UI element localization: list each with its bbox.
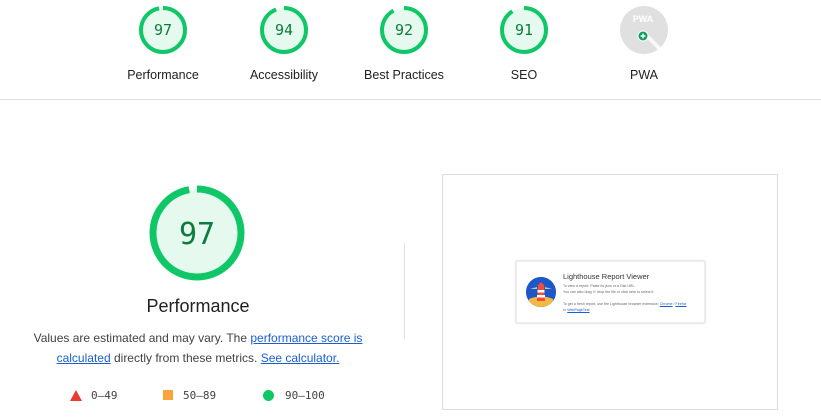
screenshot-line-4: or WebPageTest: [563, 308, 590, 312]
performance-label: Performance: [127, 68, 199, 82]
seo-score: 91: [515, 21, 533, 39]
pwa-badge-icon: PWA: [620, 6, 668, 54]
accessibility-score: 94: [275, 21, 293, 39]
lighthouse-logo-icon: [526, 277, 556, 307]
triangle-icon: [70, 389, 82, 401]
category-seo[interactable]: 91 SEO: [464, 5, 584, 82]
performance-big-gauge: 97: [149, 185, 245, 281]
legend-fail: 0–49: [70, 388, 118, 402]
best-practices-label: Best Practices: [364, 68, 444, 82]
category-best-practices[interactable]: 92 Best Practices: [344, 5, 464, 82]
performance-description: Values are estimated and may vary. The p…: [20, 328, 376, 368]
best-practices-gauge: 92: [380, 6, 428, 54]
screenshot-line-2: You can also drag 'n' drop the file or c…: [563, 290, 655, 294]
performance-big-score: 97: [179, 217, 215, 252]
category-performance[interactable]: 97 Performance: [103, 5, 223, 82]
legend-fail-range: 0–49: [91, 388, 118, 402]
screenshot-line-1: To view a report: Paste its json or a Gi…: [563, 284, 636, 288]
accessibility-label: Accessibility: [249, 68, 319, 82]
legend-average-range: 50–89: [183, 388, 217, 402]
seo-gauge: 91: [500, 6, 548, 54]
performance-title: Performance: [146, 296, 250, 316]
accessibility-gauge: 94: [260, 6, 308, 54]
desc-prefix: Values are estimated and may vary. The: [33, 331, 251, 345]
screenshot-title: Lighthouse Report Viewer: [563, 272, 650, 281]
performance-score: 97: [154, 21, 172, 39]
best-practices-score: 92: [395, 21, 413, 39]
desc-middle: directly from these metrics.: [110, 351, 261, 365]
screenshot-line-3: To get a fresh report, use the Lighthous…: [563, 302, 686, 306]
webpagetest-link: WebPageTest: [567, 308, 590, 312]
category-pwa[interactable]: PWA PWA: [584, 5, 704, 82]
square-icon: [163, 390, 173, 400]
screenshot-card: Lighthouse Report Viewer To view a repor…: [516, 261, 705, 323]
line-3-text: To get a fresh report, use the Lighthous…: [563, 302, 660, 306]
circle-icon: [263, 389, 274, 401]
legend-pass-range: 90–100: [285, 388, 325, 402]
pwa-badge-text: PWA: [633, 14, 654, 24]
category-accessibility[interactable]: 94 Accessibility: [224, 5, 344, 82]
seo-label: SEO: [510, 68, 538, 82]
chrome-link: Chrome: [659, 302, 673, 306]
legend-pass: 90–100: [263, 388, 325, 402]
firefox-link: Firefox: [675, 302, 687, 306]
performance-gauge: 97: [139, 6, 187, 54]
see-calculator-link[interactable]: See calculator.: [261, 351, 340, 365]
legend-average: 50–89: [163, 388, 216, 402]
pwa-label: PWA: [629, 68, 658, 82]
category-summary: 97 Performance 94 Accessibility 92 Best …: [0, 0, 821, 100]
final-screenshot[interactable]: Lighthouse Report Viewer To view a repor…: [442, 174, 778, 410]
divider: [404, 243, 405, 339]
